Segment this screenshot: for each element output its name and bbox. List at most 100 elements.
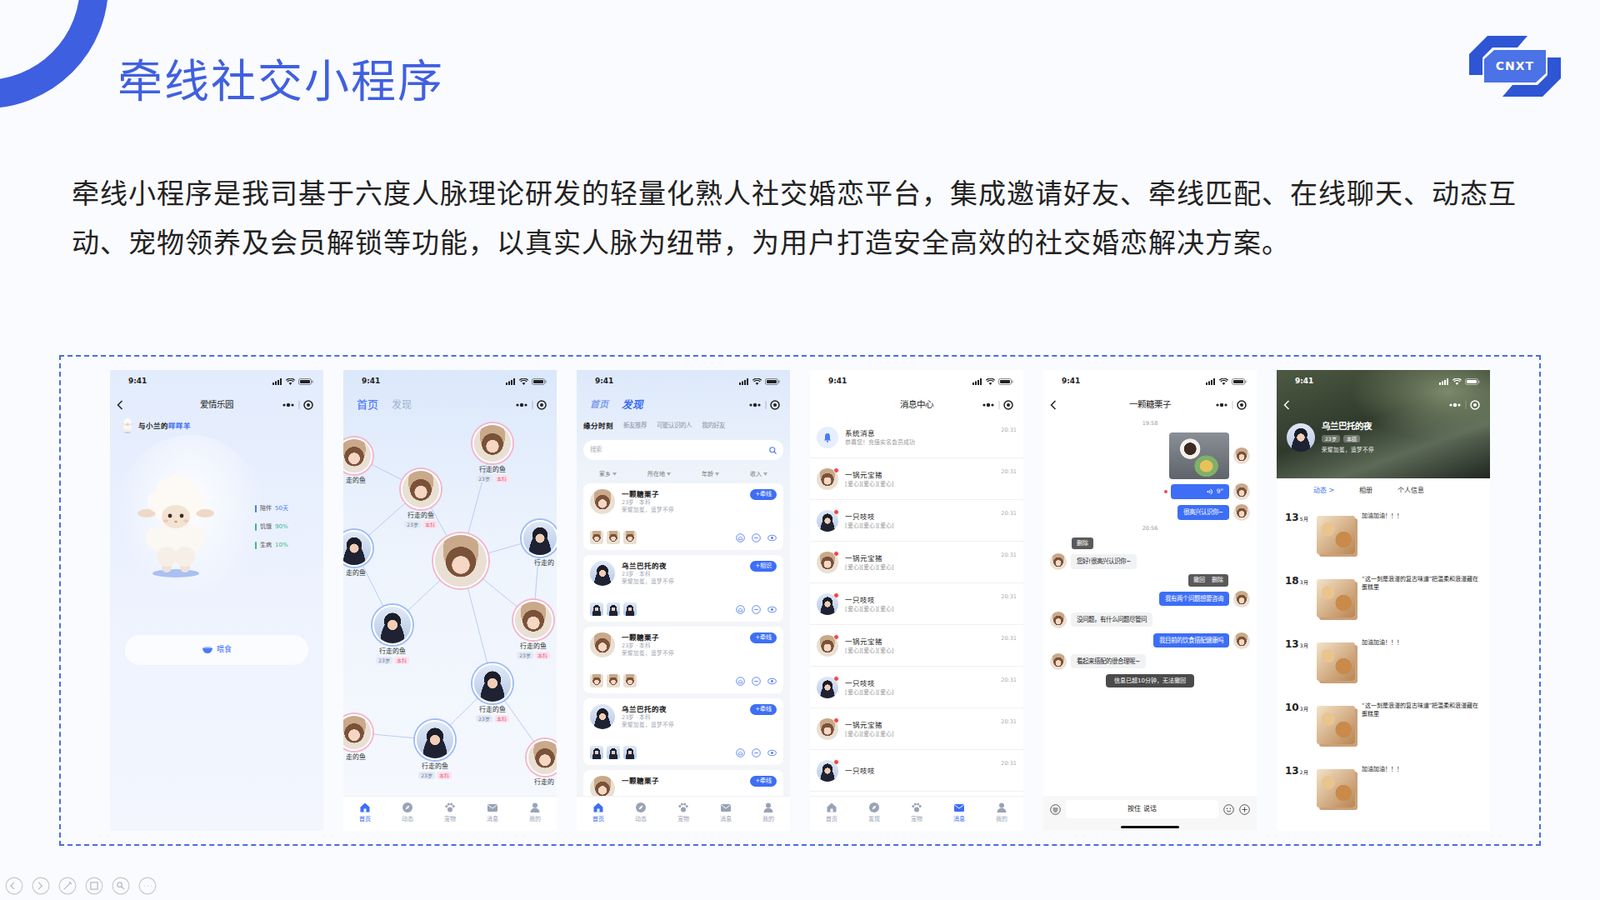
connect-badge[interactable]: +牵线 — [750, 704, 777, 715]
view-action-icon[interactable] — [767, 748, 777, 758]
tab-bar-item[interactable]: 动态 — [385, 796, 429, 831]
conversation-row[interactable]: 一只吱吱[爱心][爱心][爱心]20:31 — [810, 500, 1024, 542]
sub-tab[interactable]: 新友推荐 — [623, 420, 647, 430]
chat-action-icon[interactable] — [751, 605, 761, 615]
post-row[interactable]: 133月加油加油！！！ — [1276, 630, 1490, 694]
home-action-icon[interactable] — [735, 533, 745, 543]
sub-tab[interactable]: 我的好友 — [701, 420, 725, 430]
feed-button[interactable]: 喂食 — [125, 635, 309, 665]
person-node[interactable] — [343, 437, 373, 475]
menu-capsule-icon[interactable] — [745, 398, 784, 412]
person-node[interactable] — [372, 605, 413, 645]
home-tab[interactable]: 首页 — [356, 396, 379, 414]
copy-icon[interactable] — [85, 876, 104, 895]
connect-badge[interactable]: +牵线 — [750, 489, 777, 500]
person-card[interactable]: 乌兰巴托的夜23岁 · 本科荣耀加冕，追梦不停+牵线 — [583, 698, 784, 765]
sub-tab[interactable]: 缘分时刻 — [583, 420, 614, 432]
connect-badge[interactable]: +牵线 — [750, 632, 777, 644]
emoji-icon[interactable] — [1223, 804, 1235, 815]
post-row[interactable]: 103月“这一刻是浪漫的复古味道”把温柔和浪漫藏在蛋糕里 — [1276, 693, 1490, 757]
person-node[interactable] — [415, 720, 455, 760]
person-node[interactable] — [400, 469, 441, 510]
back-arrow-icon[interactable] — [116, 400, 124, 410]
tab-bar-item[interactable]: 首页 — [343, 796, 386, 831]
person-card[interactable]: 一颗糖栗子23岁 · 本科荣耀加冕，追梦不停+牵线 — [583, 626, 784, 694]
menu-capsule-icon[interactable] — [1211, 398, 1250, 412]
conversation-row[interactable]: 一只吱吱[爱心][爱心][爱心]20:31 — [810, 666, 1024, 709]
menu-capsule-icon[interactable] — [511, 398, 550, 412]
tab-bar-item[interactable]: 消息 — [705, 796, 748, 831]
profile-tab[interactable]: 动态 > — [1313, 485, 1335, 496]
home-tab[interactable]: 首页 — [590, 398, 609, 413]
profile-tab[interactable]: 相册 — [1359, 485, 1373, 496]
person-node[interactable] — [472, 423, 513, 464]
pen-icon[interactable] — [58, 876, 77, 895]
view-action-icon[interactable] — [767, 605, 777, 615]
menu-action[interactable]: 删除 — [1211, 575, 1224, 585]
chat-action-icon[interactable] — [751, 748, 761, 758]
home-action-icon[interactable] — [735, 605, 745, 615]
person-node[interactable] — [472, 663, 513, 704]
person-card[interactable]: 乌兰巴托的夜23岁 · 本科荣耀加冕，追梦不停+相识 — [583, 555, 784, 622]
post-row[interactable]: 135月加油加油！！！ — [1276, 503, 1490, 567]
plus-icon[interactable] — [1239, 804, 1250, 815]
filter-dropdown[interactable]: 年龄 — [701, 470, 720, 480]
tab-bar-item[interactable]: 发现 — [852, 796, 895, 831]
connect-badge[interactable]: +牵线 — [750, 775, 777, 787]
system-message-row[interactable]: 系统消息恭喜您！充值实名会员成功20:31 — [810, 416, 1024, 459]
image-message[interactable] — [1169, 432, 1230, 480]
tab-bar-item[interactable]: 我的 — [747, 796, 790, 831]
home-action-icon[interactable] — [735, 748, 745, 758]
home-action-icon[interactable] — [735, 676, 745, 686]
profile-tab[interactable]: 个人信息 — [1397, 485, 1425, 496]
sub-tab[interactable]: 可能认识的人 — [656, 420, 692, 430]
tab-bar-item[interactable]: 首页 — [576, 796, 620, 831]
connect-badge[interactable]: +相识 — [750, 560, 777, 572]
menu-capsule-icon[interactable] — [978, 398, 1017, 412]
tab-bar-item[interactable]: 宠物 — [428, 796, 471, 831]
back-arrow-icon[interactable] — [1283, 400, 1290, 410]
more-icon[interactable] — [138, 876, 157, 895]
tab-bar-item[interactable]: 宠物 — [895, 796, 938, 831]
conversation-row[interactable]: 一锅元宝猪[爱心][爱心][爱心]20:31 — [810, 708, 1024, 750]
menu-capsule-icon[interactable] — [1445, 398, 1484, 412]
tab-bar-item[interactable]: 消息 — [471, 796, 515, 831]
conversation-row[interactable]: 一只吱吱[爱心][爱心][爱心]20:31 — [810, 583, 1024, 625]
chat-action-icon[interactable] — [751, 533, 761, 543]
menu-action[interactable]: 删除 — [1076, 539, 1089, 549]
conversation-row[interactable]: 一锅元宝猪[爱心][爱心][爱心]20:31 — [810, 625, 1024, 667]
hold-to-talk-button[interactable]: 按住 说话 — [1065, 800, 1219, 819]
filter-dropdown[interactable]: 家乡 — [599, 470, 617, 480]
person-node[interactable] — [433, 533, 489, 589]
zoom-icon[interactable] — [111, 876, 130, 895]
filter-dropdown[interactable]: 所在地 — [647, 470, 671, 480]
view-action-icon[interactable] — [767, 533, 777, 543]
search-input[interactable] — [590, 445, 770, 455]
conversation-row[interactable]: 一锅元宝猪[爱心][爱心][爱心]20:31 — [810, 541, 1024, 584]
tab-bar-item[interactable]: 动态 — [619, 796, 662, 831]
chat-action-icon[interactable] — [751, 676, 761, 686]
post-row[interactable]: 132月加油加油！！！ — [1276, 756, 1490, 820]
person-card[interactable]: 一颗糖栗子23岁 · 本科荣耀加冕，追梦不停+牵线 — [583, 483, 784, 550]
voice-message[interactable]: 9" — [1170, 484, 1230, 500]
previous-icon[interactable] — [5, 876, 24, 895]
tab-bar-item[interactable]: 我的 — [514, 796, 557, 831]
tab-bar-item[interactable]: 首页 — [810, 796, 853, 831]
tab-bar-item[interactable]: 我的 — [980, 796, 1024, 831]
person-node[interactable] — [521, 520, 557, 557]
filter-dropdown[interactable]: 收入 — [750, 470, 768, 480]
view-action-icon[interactable] — [767, 676, 777, 686]
person-node[interactable] — [343, 714, 373, 751]
keyboard-icon[interactable] — [1050, 804, 1061, 815]
person-node[interactable] — [526, 739, 557, 776]
tab-bar-item[interactable]: 宠物 — [661, 796, 705, 831]
home-tab[interactable]: 发现 — [621, 397, 644, 414]
conversation-row[interactable]: 一锅元宝猪[爱心][爱心][爱心]20:31 — [810, 458, 1024, 500]
tab-bar-item[interactable]: 消息 — [938, 796, 981, 831]
menu-action[interactable]: 撤回 — [1193, 575, 1205, 585]
menu-capsule-icon[interactable] — [278, 398, 317, 412]
person-card[interactable]: 一颗糖栗子+牵线 — [583, 770, 784, 796]
next-icon[interactable] — [31, 876, 50, 895]
person-node[interactable] — [513, 600, 554, 640]
conversation-row[interactable]: 一只吱吱20:31 — [810, 750, 1024, 792]
